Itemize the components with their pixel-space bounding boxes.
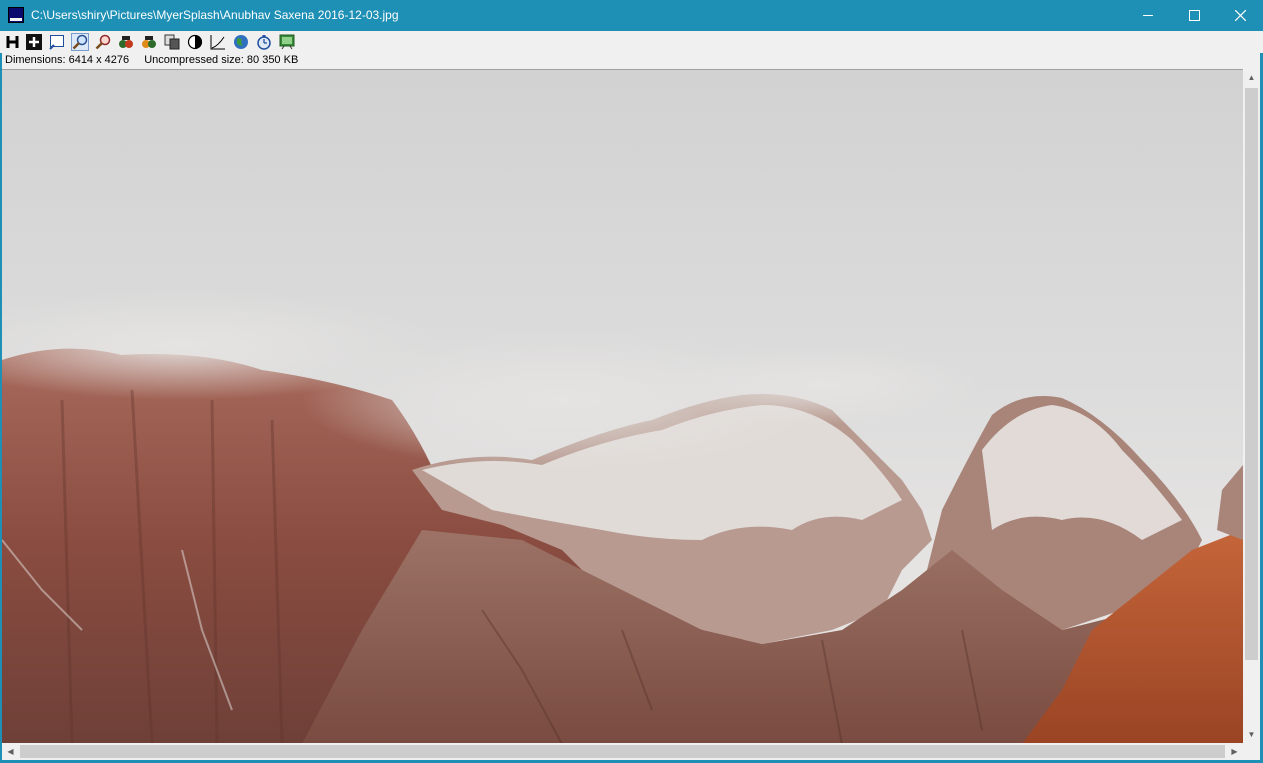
add-plus-icon[interactable] [25,33,43,51]
slideshow-icon[interactable] [278,33,296,51]
zoom-in-icon[interactable] [71,33,89,51]
image-dimensions: Dimensions: 6414 x 4276 [5,54,130,66]
fit-window-icon[interactable] [48,33,66,51]
contrast-icon[interactable] [186,33,204,51]
vertical-scroll-thumb[interactable] [1245,88,1258,660]
close-icon [1234,10,1246,21]
toolbar [0,31,1263,53]
image-info-bar: Dimensions: 6414 x 4276 Uncompressed siz… [5,53,298,68]
vertical-scrollbar[interactable]: ▲ ▼ [1243,69,1260,743]
minimize-icon [1143,15,1153,16]
zoom-out-icon[interactable] [94,33,112,51]
copy-icon[interactable] [163,33,181,51]
timer-icon[interactable] [255,33,273,51]
photo-canvas [2,70,1243,743]
horizontal-scroll-thumb[interactable] [20,745,1225,758]
histogram-h-icon[interactable] [4,33,22,51]
window-title: C:\Users\shiry\Pictures\MyerSplash\Anubh… [31,8,399,22]
color-icon[interactable] [140,33,158,51]
scroll-down-arrow-icon[interactable]: ▼ [1243,726,1260,743]
scroll-up-arrow-icon[interactable]: ▲ [1243,69,1260,86]
scroll-left-arrow-icon[interactable]: ◀ [2,743,19,760]
scroll-right-arrow-icon[interactable]: ▶ [1226,743,1243,760]
maximize-button[interactable] [1171,0,1217,31]
image-uncompressed-size: Uncompressed size: 80 350 KB [144,54,299,66]
horizontal-scrollbar[interactable]: ◀ ▶ [2,743,1243,760]
scrollbar-corner [1243,743,1260,760]
title-bar[interactable]: C:\Users\shiry\Pictures\MyerSplash\Anubh… [0,0,1263,31]
globe-icon[interactable] [232,33,250,51]
maximize-icon [1188,10,1200,21]
app-icon[interactable] [8,7,24,23]
red-eye-icon[interactable] [117,33,135,51]
minimize-button[interactable] [1125,0,1171,31]
close-button[interactable] [1217,0,1263,31]
image-viewport[interactable] [2,69,1243,743]
curve-icon[interactable] [209,33,227,51]
